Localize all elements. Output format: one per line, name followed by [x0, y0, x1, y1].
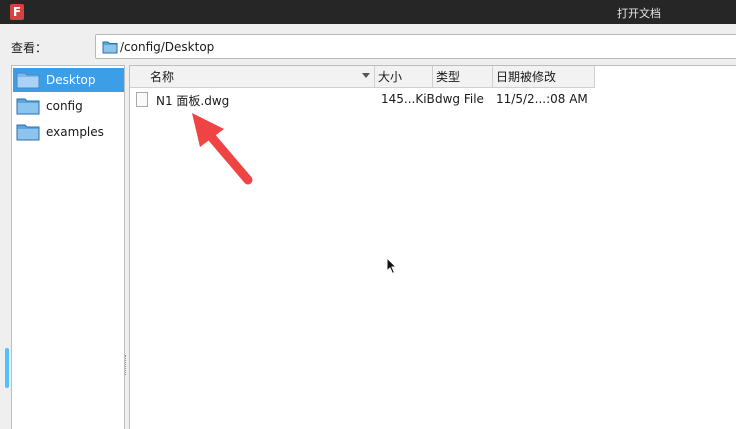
sidebar-item-label: examples: [46, 125, 104, 139]
column-header-type[interactable]: 类型: [433, 66, 493, 88]
app-icon: F: [10, 4, 24, 20]
sidebar-item-examples[interactable]: examples: [13, 120, 124, 144]
file-icon: [136, 92, 148, 107]
column-header-label: 类型: [436, 70, 461, 84]
path-text: /config/Desktop: [120, 40, 215, 54]
look-in-label: 查看：: [11, 41, 48, 55]
folder-icon: [102, 41, 118, 54]
folder-icon: [16, 72, 40, 89]
column-header-modified[interactable]: 日期被修改: [493, 66, 595, 88]
path-combobox[interactable]: /config/Desktop: [95, 34, 736, 59]
sidebar-item-config[interactable]: config: [13, 94, 124, 118]
file-list-header: 名称 大小 类型 日期被修改: [130, 66, 595, 88]
column-header-size[interactable]: 大小: [375, 66, 433, 88]
file-size: 145...KiB: [381, 92, 435, 106]
column-header-label: 名称: [150, 70, 175, 84]
folder-icon: [16, 98, 40, 115]
column-header-label: 大小: [378, 70, 403, 84]
scroll-indicator[interactable]: [5, 348, 9, 388]
folder-icon: [16, 124, 40, 141]
sidebar-item-label: Desktop: [46, 73, 96, 87]
file-type: dwg File: [435, 92, 484, 106]
column-header-label: 日期被修改: [496, 70, 557, 84]
title-bar: F 打开文档: [0, 0, 736, 24]
sidebar-item-label: config: [46, 99, 83, 113]
column-header-name[interactable]: 名称: [130, 66, 375, 88]
mouse-cursor-icon: [386, 257, 398, 275]
file-modified: 11/5/2...:08 AM: [496, 92, 588, 106]
pane-splitter-handle[interactable]: [125, 355, 128, 375]
annotation-arrow-icon: [192, 113, 253, 185]
window-title: 打开文档: [617, 7, 661, 20]
sidebar-item-desktop[interactable]: Desktop: [13, 68, 124, 92]
sidebar-places: Desktop config examples: [11, 65, 125, 429]
sort-descending-icon: [362, 73, 370, 78]
